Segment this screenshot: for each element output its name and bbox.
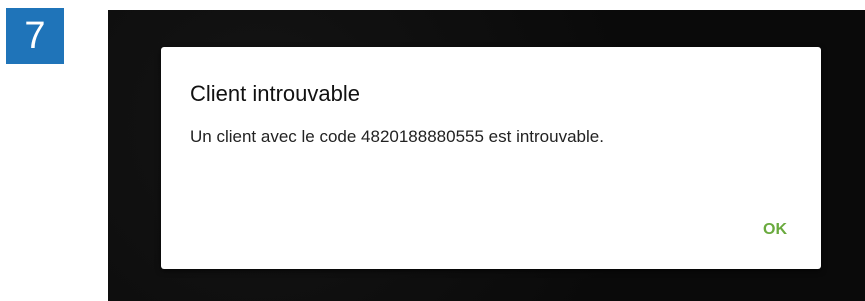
page: 7 Client introuvable Un client avec le c… <box>0 0 865 301</box>
dialog-message: Un client avec le code 4820188880555 est… <box>190 127 604 146</box>
dialog-title: Client introuvable <box>190 81 360 106</box>
alert-dialog: Client introuvable Un client avec le cod… <box>161 47 821 269</box>
step-number-badge: 7 <box>6 8 64 64</box>
ok-button[interactable]: OK <box>755 217 795 243</box>
device-screen: Client introuvable Un client avec le cod… <box>108 10 865 301</box>
